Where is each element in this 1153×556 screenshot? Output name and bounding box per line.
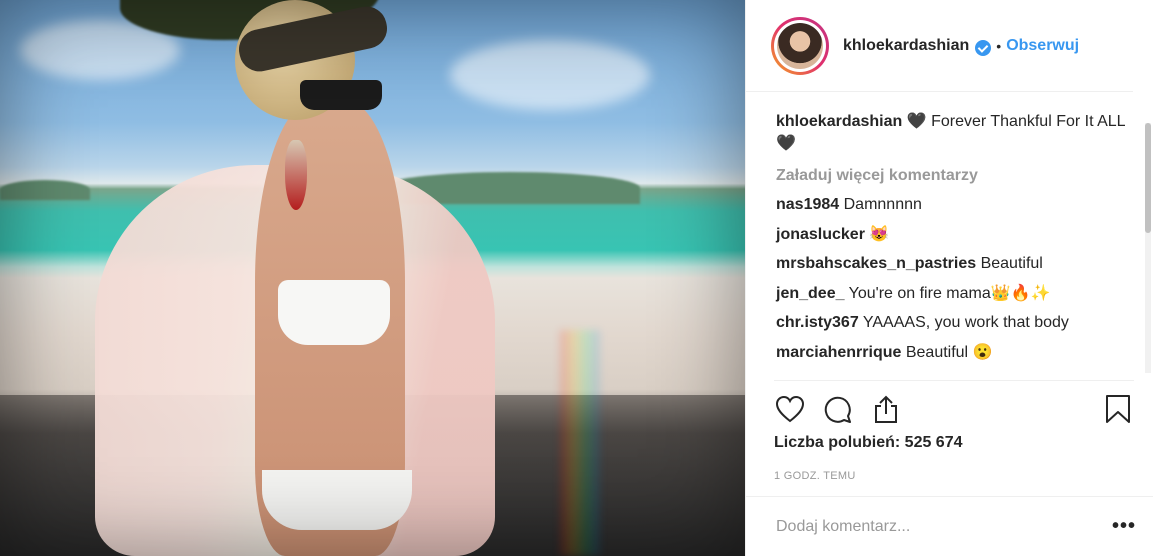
action-bar — [774, 380, 1134, 436]
comment-text: 😻 — [869, 225, 890, 243]
load-more-comments-button[interactable]: Załaduj więcej komentarzy — [776, 167, 1134, 185]
bookmark-icon-svg — [1106, 394, 1130, 423]
heart-icon-svg — [775, 395, 805, 422]
comment-username[interactable]: jen_dee_ — [776, 285, 844, 302]
avatar[interactable] — [777, 22, 823, 69]
likes-count[interactable]: Liczba polubień: 525 674 — [774, 434, 1124, 452]
scrollbar-thumb[interactable] — [1145, 123, 1151, 233]
share-icon[interactable] — [870, 393, 902, 425]
comment-item: chr.isty367 YAAAAS, you work that body — [776, 313, 1134, 333]
add-comment-input[interactable] — [776, 517, 1112, 536]
more-options-icon[interactable]: ••• — [1112, 515, 1136, 538]
comment-username[interactable]: nas1984 — [776, 196, 839, 213]
comment-item: jen_dee_ You're on fire mama👑🔥✨ — [776, 284, 1134, 304]
post-timestamp[interactable]: 1 GODZ. TEMU — [774, 470, 1124, 482]
header-username[interactable]: khloekardashian — [843, 37, 969, 55]
post-caption: khloekardashian 🖤 Forever Thankful For I… — [776, 111, 1134, 155]
comment-icon[interactable] — [822, 393, 854, 425]
comment-text: Beautiful — [980, 255, 1043, 272]
comment-item: mrsbahscakes_n_pastries Beautiful — [776, 254, 1134, 274]
comment-text: YAAAAS, you work that body — [862, 314, 1069, 331]
add-comment-bar: ••• — [746, 496, 1153, 556]
heart-icon[interactable] — [774, 393, 806, 425]
header-separator: • — [996, 37, 1002, 54]
comment-text: Beautiful 😮 — [905, 343, 993, 361]
comment-item: jonaslucker 😻 — [776, 225, 1134, 245]
comment-username[interactable]: ... — [776, 373, 789, 380]
comment-username[interactable]: jonaslucker — [776, 226, 865, 243]
verified-badge-icon — [975, 39, 992, 56]
post-header: khloekardashian • Obserwuj — [746, 0, 1133, 92]
share-icon-svg — [875, 395, 897, 423]
comment-username[interactable]: mrsbahscakes_n_pastries — [776, 255, 976, 272]
comments-scrollbar[interactable] — [1143, 93, 1153, 380]
comment-text: Damnnnnn — [843, 196, 922, 213]
avatar-story-ring[interactable] — [771, 16, 829, 75]
comment-item: nas1984 Damnnnnn — [776, 195, 1134, 215]
comments-list[interactable]: khloekardashian 🖤 Forever Thankful For I… — [746, 93, 1134, 380]
comment-username[interactable]: marciahenrrique — [776, 344, 901, 361]
comment-item: ... — [776, 372, 1134, 380]
post-side-panel: khloekardashian • Obserwuj khloekardashi… — [745, 0, 1153, 556]
caption-username[interactable]: khloekardashian — [776, 113, 902, 130]
comment-text: You're on fire mama👑🔥✨ — [848, 284, 1051, 302]
comment-item: marciahenrrique Beautiful 😮 — [776, 343, 1134, 363]
comment-username[interactable]: chr.isty367 — [776, 314, 859, 331]
bookmark-icon[interactable] — [1102, 393, 1134, 425]
post-actions: Liczba polubień: 525 674 1 GODZ. TEMU — [746, 380, 1153, 482]
avatar-ring-inner — [774, 19, 826, 72]
post-photo[interactable] — [0, 0, 745, 556]
follow-button[interactable]: Obserwuj — [1006, 37, 1079, 55]
comment-icon-svg — [824, 396, 851, 423]
photo-vignette — [0, 0, 745, 556]
